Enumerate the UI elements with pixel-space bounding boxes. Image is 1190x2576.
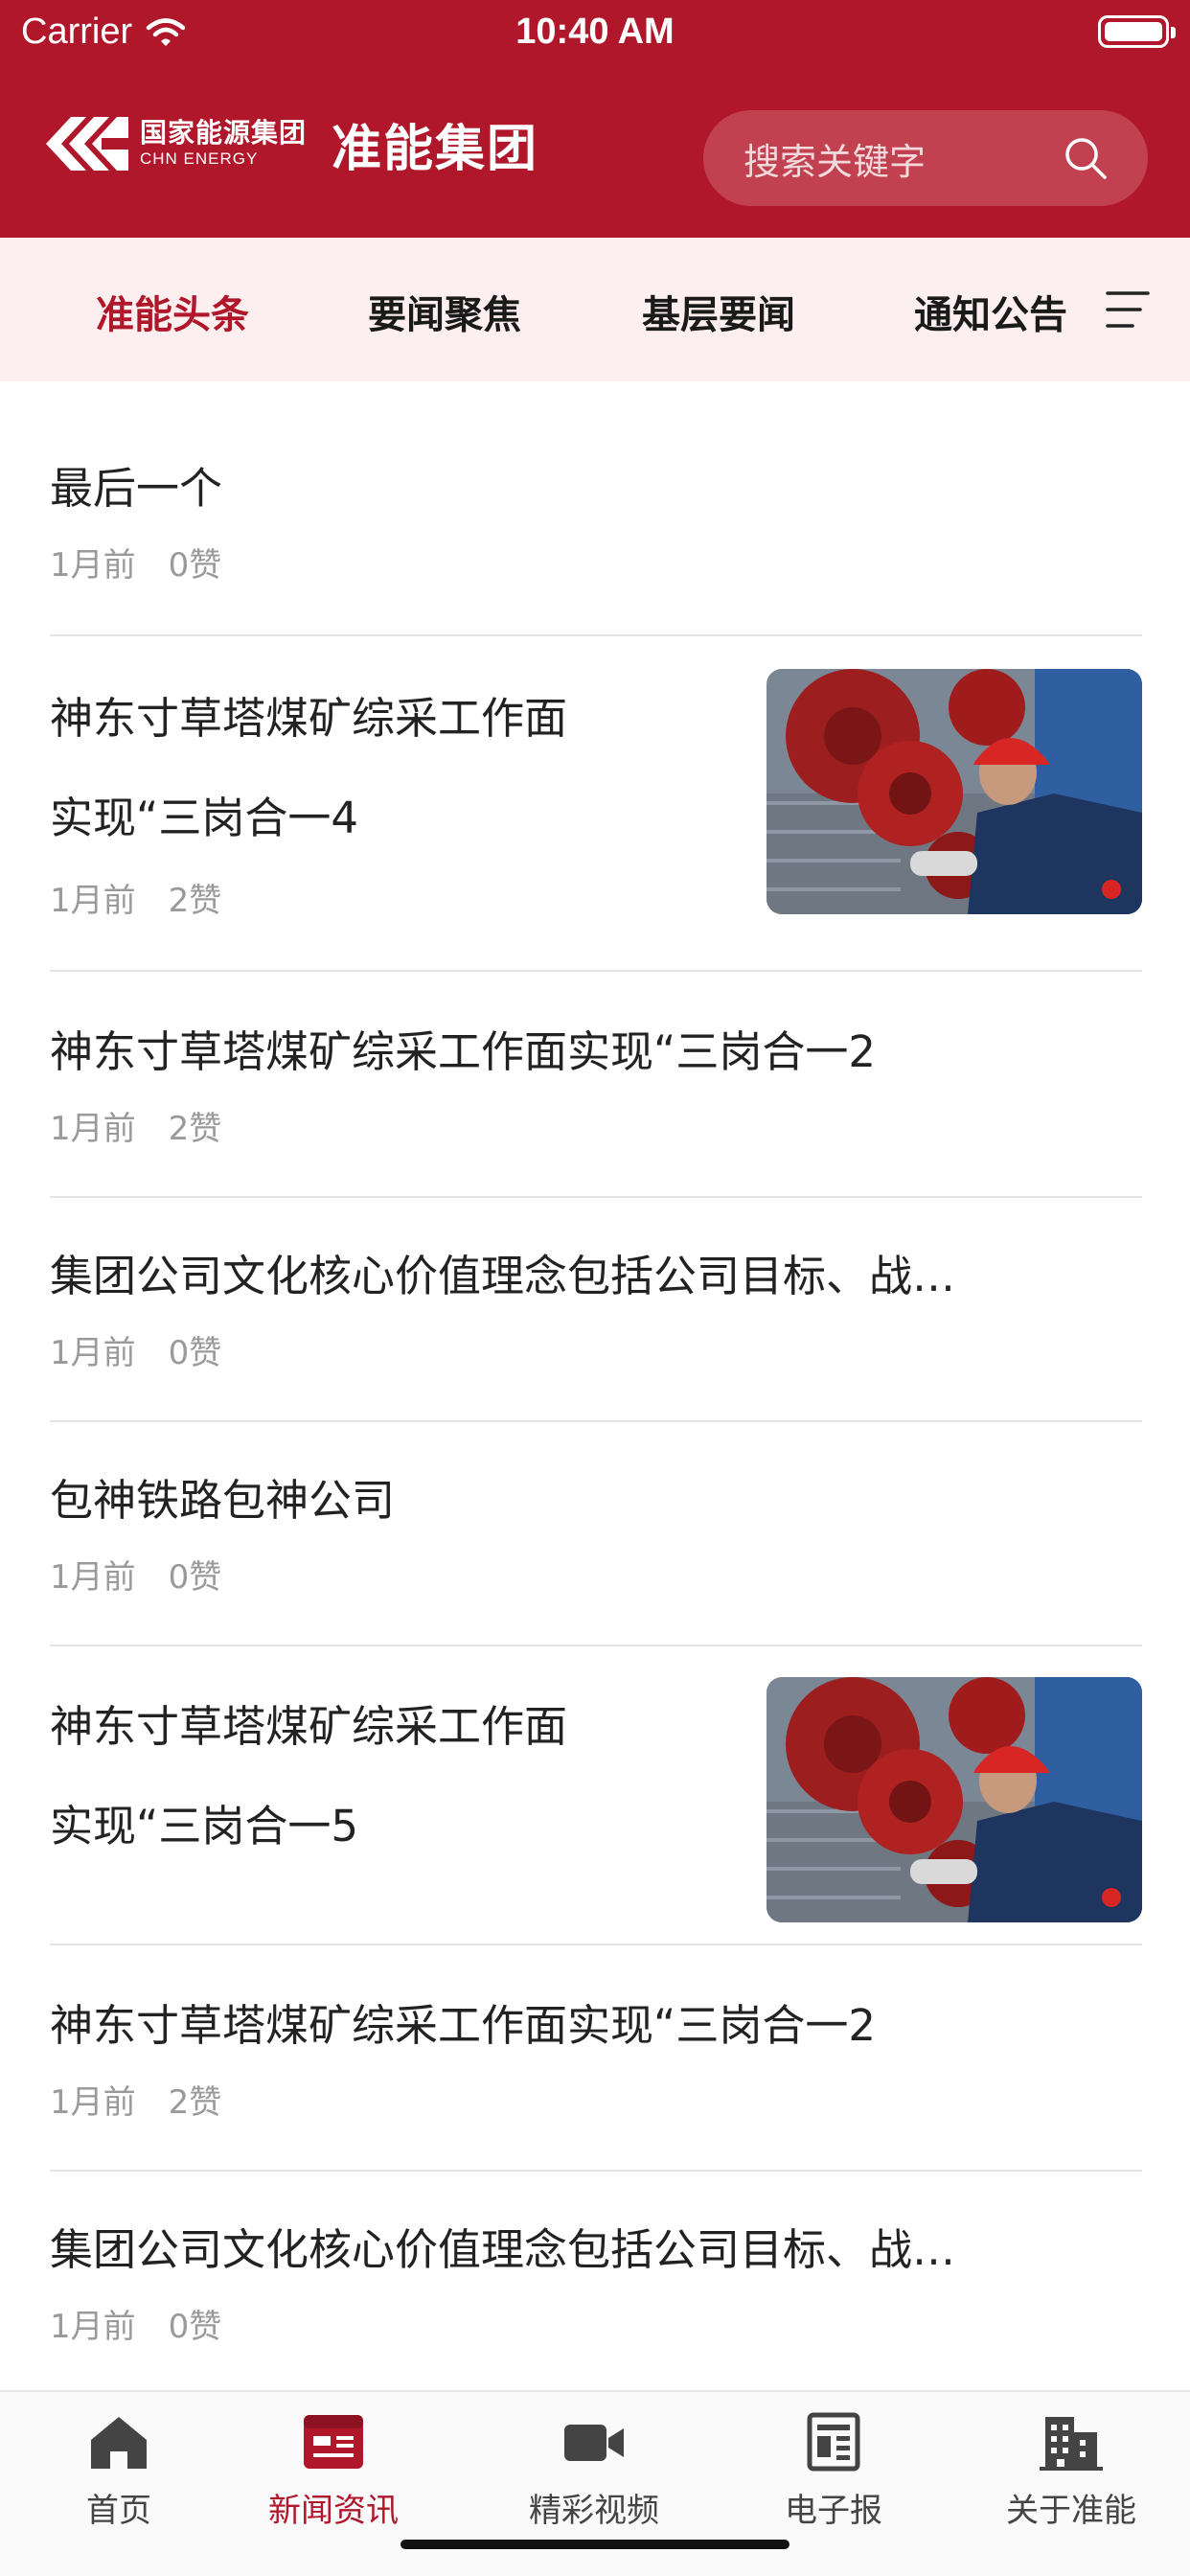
divider — [50, 2170, 1142, 2172]
search-box[interactable]: 搜索关键字 — [703, 110, 1148, 206]
news-time: 1月前 — [50, 1334, 136, 1372]
brand-name: 准能集团 — [332, 120, 539, 178]
tabbar-news[interactable]: 新闻资讯 — [238, 2411, 429, 2531]
news-title[interactable]: 包神铁路包神公司 — [50, 1451, 1142, 1551]
status-time: 10:40 AM — [515, 12, 675, 52]
news-likes: 2赞 — [168, 882, 222, 920]
tabbar-about-label[interactable]: 关于准能 — [975, 2484, 1167, 2531]
logo-cn-text: 国家能源集团 — [140, 117, 308, 149]
news-time: 1月前 — [50, 1558, 136, 1597]
miner-photo — [767, 1677, 1142, 1922]
home-indicator[interactable] — [400, 2540, 790, 2549]
chn-energy-logo-icon — [46, 117, 128, 171]
news-title-line1[interactable]: 神东寸草塔煤矿综采工作面 — [50, 1677, 721, 1777]
newspaper-icon[interactable] — [800, 2411, 867, 2472]
divider — [50, 634, 1142, 636]
news-likes: 2赞 — [168, 1110, 222, 1148]
news-title[interactable]: 神东寸草塔煤矿综采工作面实现“三岗合一2 — [50, 1976, 1142, 2076]
tabbar-epaper-label[interactable]: 电子报 — [738, 2484, 929, 2531]
news-icon[interactable] — [300, 2411, 367, 2472]
tabbar-about[interactable]: 关于准能 — [975, 2411, 1167, 2531]
news-time: 1月前 — [50, 2308, 136, 2346]
miner-photo — [767, 669, 1142, 914]
news-title[interactable]: 最后一个 — [50, 439, 1142, 539]
news-item[interactable]: 神东寸草塔煤矿综采工作面实现“三岗合一2 1月前 2赞 — [50, 1976, 1142, 2123]
news-time: 1月前 — [50, 882, 136, 920]
search-icon[interactable] — [1062, 134, 1110, 182]
news-time: 1月前 — [50, 2083, 136, 2122]
logo-en-text: CHN ENERGY — [140, 150, 259, 168]
tab-headlines[interactable]: 准能头条 — [96, 284, 249, 339]
news-meta: 1月前 2赞 — [50, 1102, 1142, 1149]
news-likes: 0赞 — [168, 1558, 222, 1597]
tab-notices[interactable]: 通知公告 — [914, 293, 1067, 337]
news-item[interactable]: 集团公司文化核心价值理念包括公司目标、战… 1月前 0赞 — [50, 1227, 1142, 1373]
divider — [50, 1196, 1142, 1198]
news-item[interactable]: 最后一个 1月前 0赞 — [50, 439, 1142, 586]
news-meta: 1月前 0赞 — [50, 539, 1142, 586]
tabbar-video-label[interactable]: 精彩视频 — [498, 2484, 690, 2531]
news-item[interactable]: 包神铁路包神公司 1月前 0赞 — [50, 1451, 1142, 1598]
news-item[interactable]: 神东寸草塔煤矿综采工作面实现“三岗合一2 1月前 2赞 — [50, 1002, 1142, 1149]
news-item[interactable]: 神东寸草塔煤矿综采工作面 实现“三岗合一4 1月前 2赞 — [50, 669, 1142, 956]
news-title-line1[interactable]: 神东寸草塔煤矿综采工作面 — [50, 669, 721, 769]
news-title[interactable]: 神东寸草塔煤矿综采工作面实现“三岗合一2 — [50, 1002, 1142, 1102]
news-item[interactable]: 集团公司文化核心价值理念包括公司目标、战… 1月前 0赞 — [50, 2200, 1142, 2347]
divider — [50, 1944, 1142, 1945]
news-title-line2[interactable]: 实现“三岗合一4 — [50, 769, 721, 868]
news-meta: 1月前 2赞 — [50, 2076, 1142, 2123]
tab-grassroots-news[interactable]: 基层要闻 — [642, 284, 795, 339]
news-thumbnail[interactable] — [767, 669, 1142, 914]
tabbar-home-label[interactable]: 首页 — [23, 2484, 215, 2531]
divider — [50, 1644, 1142, 1646]
news-likes: 2赞 — [168, 2083, 222, 2122]
menu-lines-icon[interactable] — [1104, 288, 1152, 332]
news-likes: 0赞 — [168, 546, 222, 585]
news-meta: 1月前 0赞 — [50, 1551, 1142, 1598]
tabbar-news-label[interactable]: 新闻资讯 — [238, 2484, 429, 2531]
news-title-line2[interactable]: 实现“三岗合一5 — [50, 1777, 721, 1876]
brand-logo: 国家能源集团 CHN ENERGY 准能集团 — [42, 107, 538, 180]
news-thumbnail[interactable] — [767, 1677, 1142, 1922]
search-placeholder[interactable]: 搜索关键字 — [744, 132, 926, 185]
app-header: Carrier 10:40 AM 国家能源集团 CHN ENERGY 准能集团 … — [0, 0, 1190, 238]
divider — [50, 1420, 1142, 1422]
home-icon[interactable] — [85, 2411, 152, 2472]
news-title[interactable]: 集团公司文化核心价值理念包括公司目标、战… — [50, 2200, 1142, 2300]
news-time: 1月前 — [50, 546, 136, 585]
video-icon[interactable] — [561, 2411, 628, 2472]
category-tabs: 准能头条 要闻聚焦 基层要闻 通知公告 — [0, 238, 1190, 381]
battery-icon — [1098, 15, 1176, 48]
divider — [50, 970, 1142, 972]
news-title[interactable]: 集团公司文化核心价值理念包括公司目标、战… — [50, 1227, 1142, 1326]
news-meta: 1月前 0赞 — [50, 1326, 1142, 1373]
brand-text: 国家能源集团 CHN ENERGY — [140, 118, 307, 170]
news-likes: 0赞 — [168, 1334, 222, 1372]
tab-focus-news[interactable]: 要闻聚焦 — [368, 284, 521, 339]
news-meta: 1月前 0赞 — [50, 2300, 1142, 2347]
tabbar-epaper[interactable]: 电子报 — [738, 2411, 929, 2531]
tabbar-video[interactable]: 精彩视频 — [498, 2411, 690, 2531]
tabbar-home[interactable]: 首页 — [23, 2411, 215, 2531]
news-time: 1月前 — [50, 1110, 136, 1148]
news-item[interactable]: 神东寸草塔煤矿综采工作面 实现“三岗合一5 — [50, 1677, 1142, 1965]
status-bar: Carrier 10:40 AM — [0, 0, 1190, 67]
tab-notices-clip: 通知公告 — [914, 284, 1077, 341]
news-likes: 0赞 — [168, 2308, 222, 2346]
building-icon[interactable] — [1038, 2411, 1105, 2472]
